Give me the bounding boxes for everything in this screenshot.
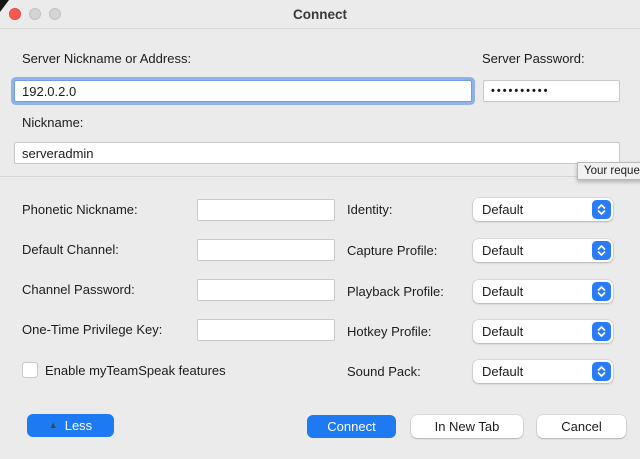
phonetic-nickname-input[interactable] [197, 199, 335, 221]
collapse-arrow-icon: ▲ [49, 421, 58, 430]
in-new-tab-button[interactable]: In New Tab [411, 415, 523, 438]
identity-select[interactable]: Default [473, 198, 613, 221]
privilege-key-input[interactable] [197, 319, 335, 341]
form-row: Hotkey Profile: Default [347, 319, 613, 343]
selected-value: Default [482, 284, 523, 299]
nickname-input[interactable] [14, 142, 620, 164]
chevron-up-down-icon [592, 200, 611, 219]
myteamspeak-checkbox-label: Enable myTeamSpeak features [45, 363, 226, 378]
privilege-key-label: One-Time Privilege Key: [22, 322, 162, 337]
capture-profile-label: Capture Profile: [347, 243, 437, 258]
phonetic-nickname-label: Phonetic Nickname: [22, 202, 138, 217]
chevron-up-down-icon [592, 362, 611, 381]
form-row: Phonetic Nickname: [22, 198, 335, 221]
chevron-up-down-icon [592, 241, 611, 260]
window-title: Connect [0, 7, 640, 22]
server-password-label: Server Password: [482, 51, 585, 66]
selected-value: Default [482, 364, 523, 379]
form-row: Channel Password: [22, 278, 335, 301]
sound-pack-select[interactable]: Default [473, 360, 613, 383]
form-row: Identity: Default [347, 197, 613, 221]
section-divider [0, 176, 640, 177]
checkbox-unchecked-icon[interactable] [22, 362, 38, 378]
chevron-up-down-icon [592, 322, 611, 341]
titlebar[interactable]: Connect [0, 0, 640, 29]
myteamspeak-checkbox-row[interactable]: Enable myTeamSpeak features [22, 360, 226, 380]
channel-password-input[interactable] [197, 279, 335, 301]
connect-button[interactable]: Connect [307, 415, 396, 438]
selected-value: Default [482, 202, 523, 217]
sound-pack-label: Sound Pack: [347, 364, 421, 379]
default-channel-label: Default Channel: [22, 242, 119, 257]
selected-value: Default [482, 243, 523, 258]
tooltip: Your reque [577, 162, 640, 180]
cancel-button[interactable]: Cancel [537, 415, 626, 438]
identity-label: Identity: [347, 202, 393, 217]
channel-password-label: Channel Password: [22, 282, 135, 297]
less-button[interactable]: ▲ Less [27, 414, 114, 437]
server-password-input[interactable] [483, 80, 620, 102]
playback-profile-select[interactable]: Default [473, 280, 613, 303]
form-row: Capture Profile: Default [347, 238, 613, 262]
server-address-input[interactable] [14, 80, 472, 102]
form-row: Default Channel: [22, 238, 335, 261]
server-address-label: Server Nickname or Address: [22, 51, 191, 66]
form-row: One-Time Privilege Key: [22, 318, 335, 341]
hotkey-profile-select[interactable]: Default [473, 320, 613, 343]
less-button-label: Less [65, 418, 92, 433]
form-row: Playback Profile: Default [347, 279, 613, 303]
capture-profile-select[interactable]: Default [473, 239, 613, 262]
playback-profile-label: Playback Profile: [347, 284, 444, 299]
default-channel-input[interactable] [197, 239, 335, 261]
nickname-label: Nickname: [22, 115, 83, 130]
form-row: Sound Pack: Default [347, 359, 613, 383]
hotkey-profile-label: Hotkey Profile: [347, 324, 432, 339]
selected-value: Default [482, 324, 523, 339]
connect-dialog: Connect Server Nickname or Address: Serv… [0, 0, 640, 459]
chevron-up-down-icon [592, 282, 611, 301]
